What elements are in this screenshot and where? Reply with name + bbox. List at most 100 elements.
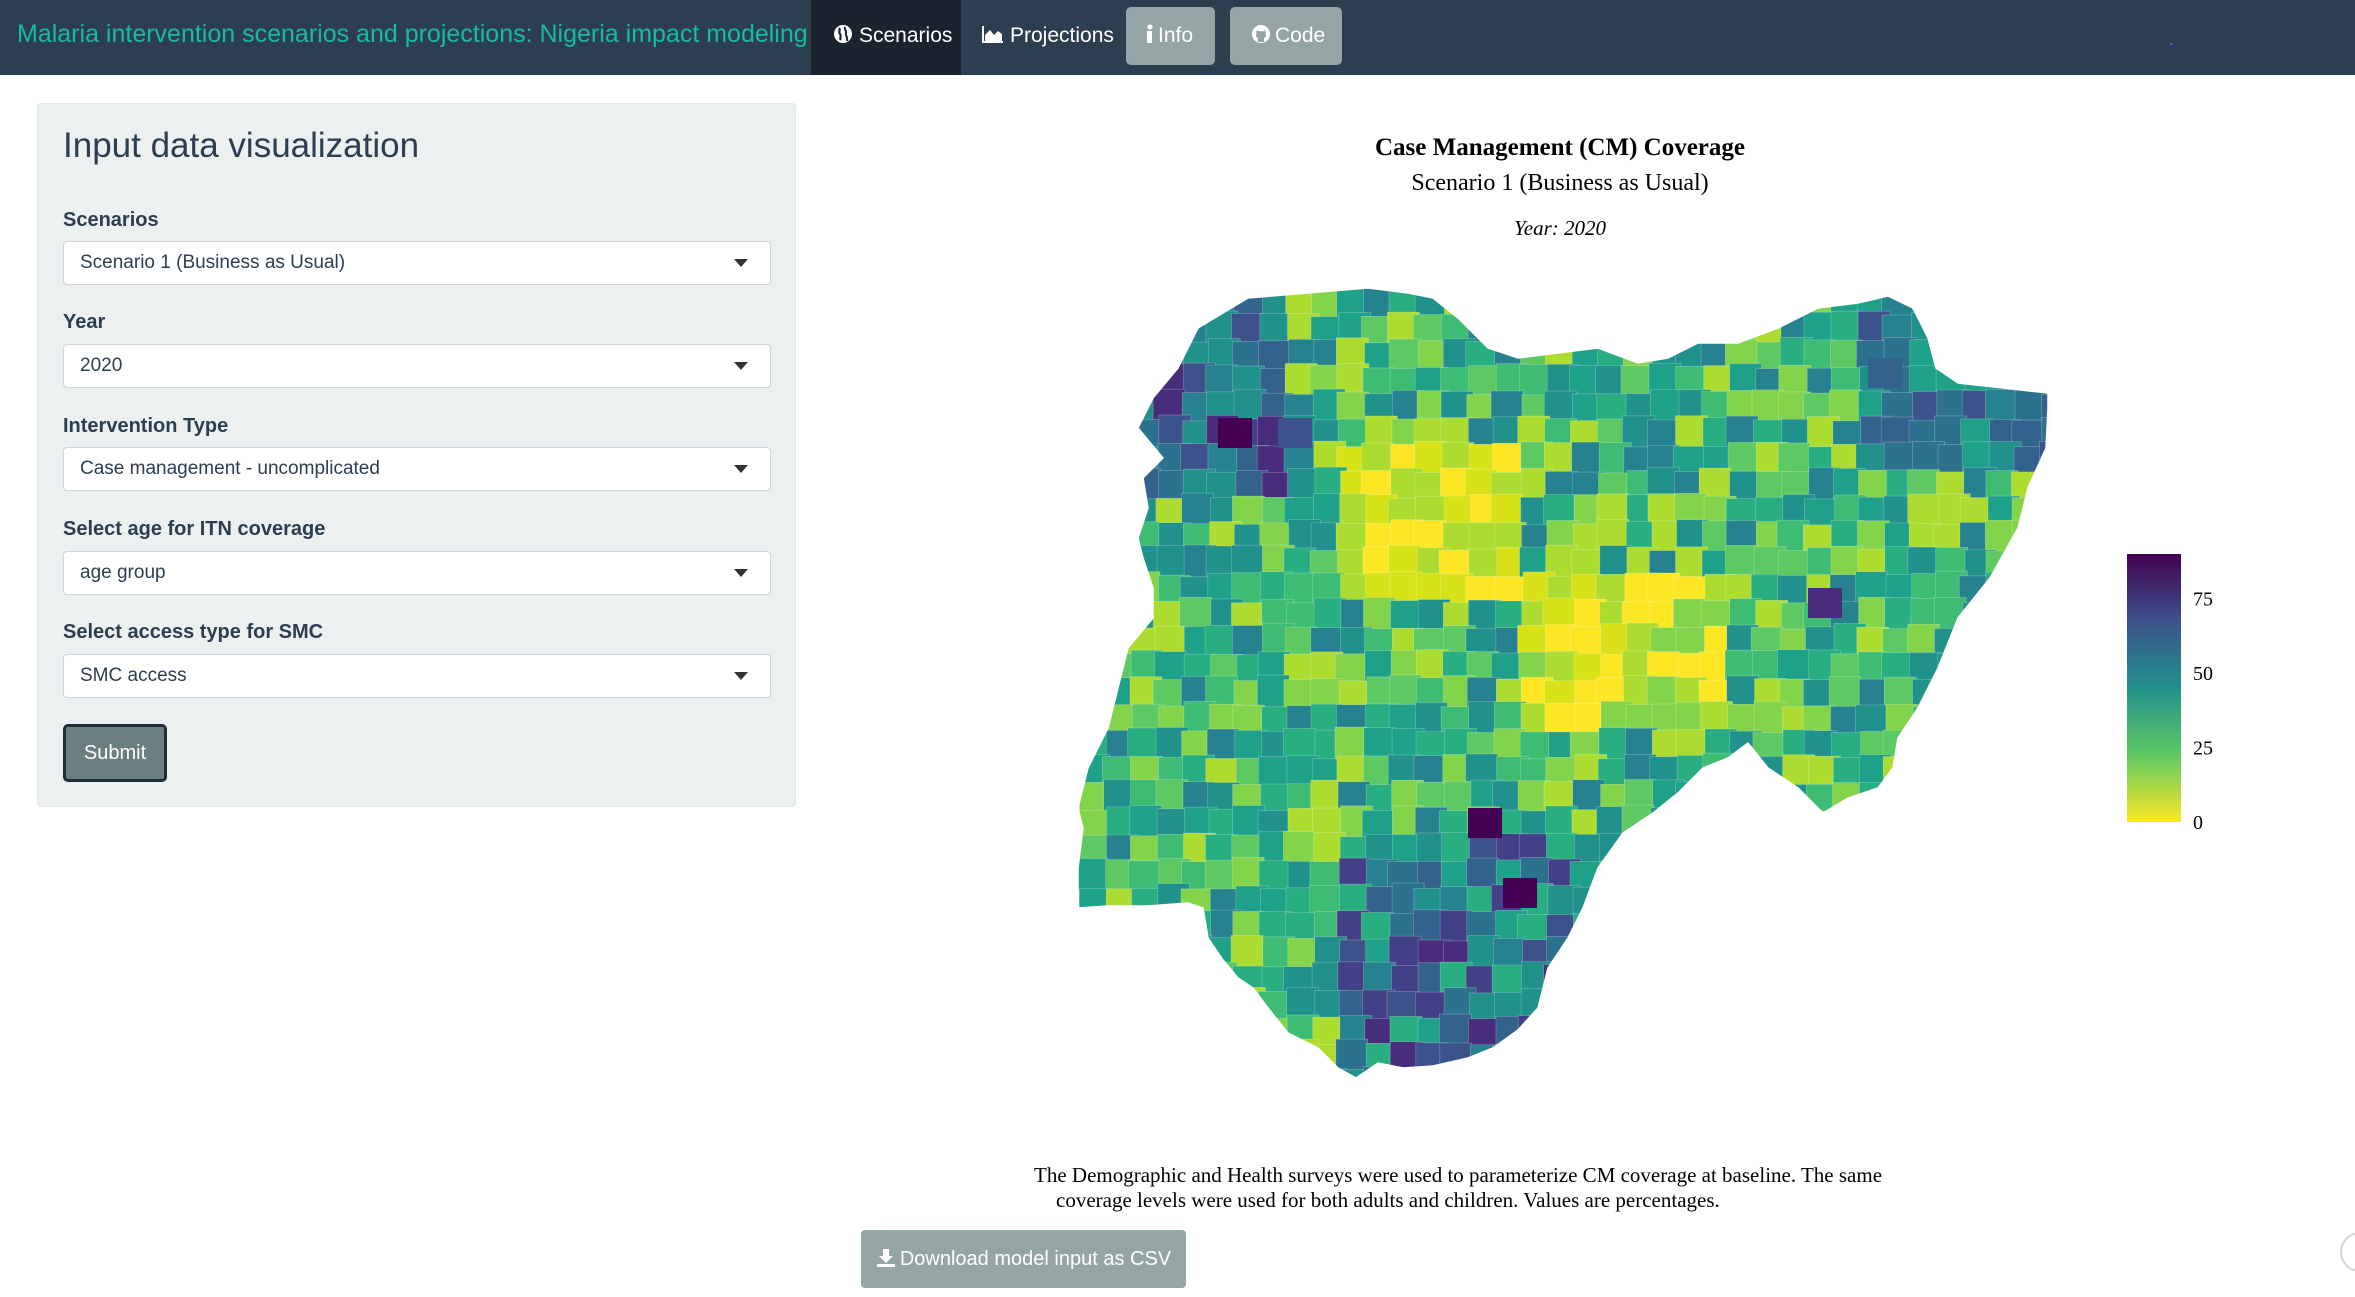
map-region[interactable]: [1882, 756, 1916, 789]
map-region[interactable]: [1594, 987, 1628, 1020]
map-region[interactable]: [1882, 779, 1916, 812]
map-region[interactable]: [1730, 289, 1763, 323]
map-region[interactable]: [1726, 938, 1760, 972]
map-region[interactable]: [1204, 961, 1238, 995]
map-region[interactable]: [1126, 1070, 1160, 1088]
map-region[interactable]: [2015, 755, 2048, 788]
map-region[interactable]: [1727, 782, 1761, 816]
map-region[interactable]: [1754, 910, 1787, 943]
map-region[interactable]: [1962, 936, 1996, 969]
map-region[interactable]: [1778, 861, 1811, 894]
map-region[interactable]: [1078, 522, 1110, 555]
map-region[interactable]: [1833, 1041, 1867, 1075]
map-region[interactable]: [1987, 992, 2021, 1026]
map-region[interactable]: [2038, 989, 2048, 1023]
map-region[interactable]: [1962, 602, 1996, 635]
app-title[interactable]: Malaria intervention scenarios and proje…: [17, 0, 808, 75]
map-region[interactable]: [1626, 1044, 1659, 1077]
map-region[interactable]: [1934, 675, 1967, 709]
choropleth-map[interactable]: [1077, 287, 2049, 1088]
map-region[interactable]: [1209, 990, 1242, 1024]
map-region[interactable]: [1183, 1013, 1216, 1047]
map-region[interactable]: [1703, 805, 1737, 838]
map-region[interactable]: [1132, 964, 1165, 998]
map-region[interactable]: [1335, 1038, 1369, 1072]
scenarios-select[interactable]: Scenario 1 (Business as Usual): [63, 241, 771, 285]
map-region[interactable]: [1858, 781, 1892, 815]
map-region[interactable]: [1156, 1043, 1190, 1077]
map-region[interactable]: [1855, 1016, 1889, 1050]
map-region[interactable]: [1962, 989, 1996, 1022]
map-region[interactable]: [1621, 804, 1655, 838]
map-region[interactable]: [1441, 1070, 1474, 1088]
code-button[interactable]: Code: [1230, 7, 1342, 65]
map-region[interactable]: [1830, 888, 1863, 921]
map-region[interactable]: [1183, 987, 1216, 1021]
map-region[interactable]: [1361, 442, 1394, 476]
map-region[interactable]: [1600, 1066, 1634, 1088]
map-region[interactable]: [1573, 963, 1607, 997]
map-region[interactable]: [1127, 571, 1161, 604]
map-region[interactable]: [2042, 524, 2048, 558]
map-region[interactable]: [1777, 784, 1810, 817]
map-region[interactable]: [1623, 1013, 1656, 1046]
map-region[interactable]: [1078, 288, 1111, 318]
map-region[interactable]: [2014, 1067, 2048, 1088]
map-region[interactable]: [2042, 753, 2048, 787]
map-region[interactable]: [1960, 288, 1993, 318]
map-region[interactable]: [1624, 832, 1658, 866]
map-region[interactable]: [1857, 909, 1891, 943]
map-region[interactable]: [1078, 627, 1111, 661]
map-region[interactable]: [2015, 598, 2048, 632]
map-region[interactable]: [2037, 1069, 2048, 1088]
map-region[interactable]: [2040, 492, 2048, 526]
map-region[interactable]: [1651, 1016, 1684, 1049]
map-region[interactable]: [1624, 315, 1658, 349]
map-region[interactable]: [1153, 986, 1186, 1020]
map-region[interactable]: [1727, 442, 1761, 475]
map-region[interactable]: [1912, 706, 1946, 740]
map-region[interactable]: [1544, 1042, 1578, 1076]
tab-projections[interactable]: Projections: [961, 0, 1116, 75]
map-region[interactable]: [1830, 810, 1864, 843]
map-region[interactable]: [1493, 289, 1526, 322]
map-region[interactable]: [1907, 833, 1941, 866]
map-region[interactable]: [1699, 831, 1733, 864]
map-region[interactable]: [1701, 781, 1735, 815]
map-region[interactable]: [1753, 1016, 1787, 1049]
map-region[interactable]: [1672, 992, 1706, 1025]
map-region[interactable]: [1987, 675, 2021, 709]
map-region[interactable]: [1884, 859, 1918, 893]
map-region[interactable]: [1672, 939, 1706, 973]
map-region[interactable]: [1961, 883, 1995, 917]
map-region[interactable]: [1673, 804, 1706, 838]
map-region[interactable]: [1988, 910, 2022, 944]
map-region[interactable]: [1128, 364, 1162, 398]
map-region[interactable]: [1988, 653, 2022, 687]
map-region[interactable]: [1959, 625, 1992, 659]
map-region[interactable]: [1804, 939, 1838, 972]
map-region[interactable]: [2011, 1044, 2045, 1078]
map-region[interactable]: [1883, 883, 1917, 916]
map-region[interactable]: [1105, 964, 1138, 997]
map-region[interactable]: [1936, 337, 1970, 370]
map-region[interactable]: [1882, 1013, 1915, 1047]
map-region[interactable]: [1127, 860, 1161, 894]
map-region[interactable]: [1806, 1016, 1839, 1049]
map-region[interactable]: [1103, 340, 1137, 373]
map-region[interactable]: [1938, 1013, 1971, 1047]
map-region[interactable]: [1106, 938, 1140, 972]
map-region[interactable]: [1571, 314, 1605, 348]
map-region[interactable]: [2040, 935, 2048, 968]
map-region[interactable]: [1803, 988, 1836, 1022]
map-region[interactable]: [1727, 805, 1761, 838]
map-region[interactable]: [1439, 1013, 1472, 1047]
map-region[interactable]: [1780, 887, 1813, 920]
map-region[interactable]: [1156, 1014, 1189, 1048]
map-region[interactable]: [1702, 1015, 1736, 1048]
map-region[interactable]: [1756, 1042, 1789, 1076]
map-region[interactable]: [1985, 624, 2018, 658]
map-region[interactable]: [1960, 339, 1994, 372]
map-region[interactable]: [1778, 1070, 1812, 1088]
map-region[interactable]: [1934, 1067, 1968, 1088]
